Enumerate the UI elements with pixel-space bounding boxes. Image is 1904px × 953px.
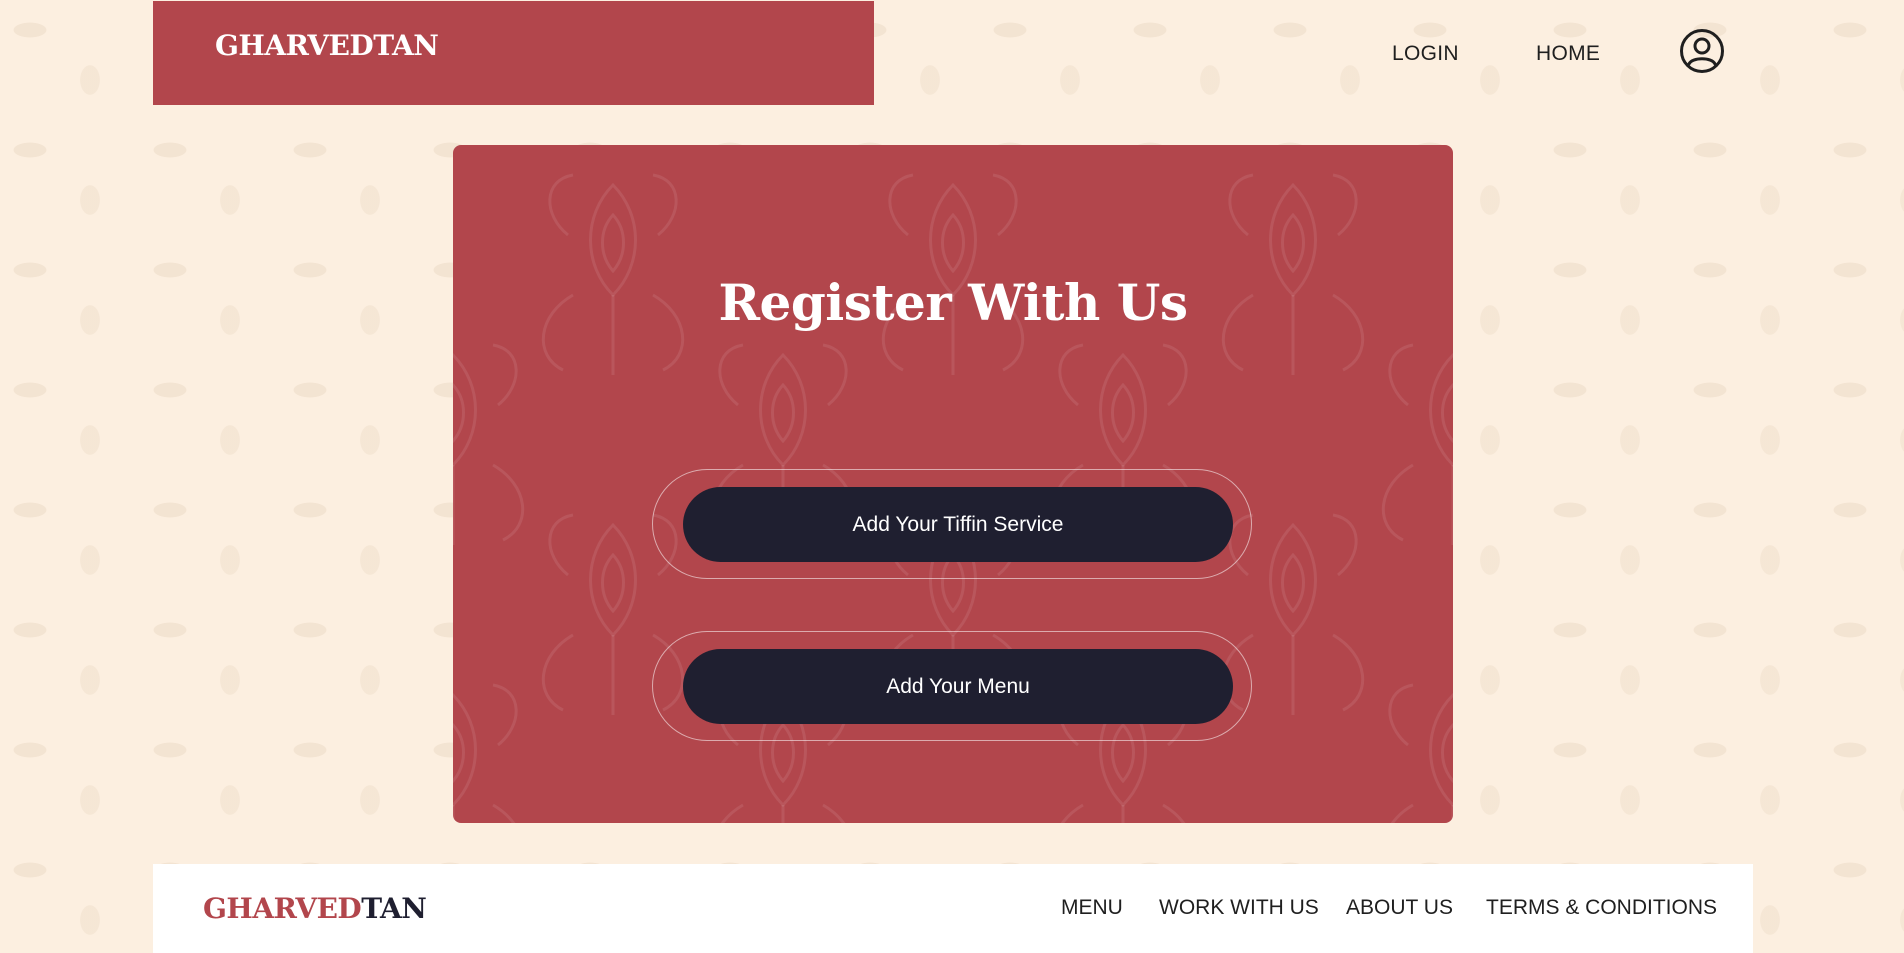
site-logo[interactable]: GHARVEDTAN [215, 29, 439, 62]
site-footer: GHARVEDTAN MENU WORK WITH US ABOUT US TE… [153, 864, 1753, 953]
nav-home-link[interactable]: HOME [1536, 42, 1600, 66]
add-tiffin-service-button[interactable]: Add Your Tiffin Service [683, 487, 1233, 562]
footer-terms-link[interactable]: TERMS & CONDITIONS [1486, 896, 1717, 920]
footer-logo-part-b: TAN [361, 892, 427, 925]
footer-logo[interactable]: GHARVEDTAN [203, 892, 427, 925]
brand-banner: GHARVEDTAN [153, 1, 874, 105]
menu-button-ring: Add Your Menu [652, 631, 1252, 741]
user-circle-icon[interactable] [1679, 28, 1725, 74]
footer-menu-link[interactable]: MENU [1061, 896, 1123, 920]
add-menu-button[interactable]: Add Your Menu [683, 649, 1233, 724]
footer-about-us-link[interactable]: ABOUT US [1346, 896, 1453, 920]
tiffin-button-ring: Add Your Tiffin Service [652, 469, 1252, 579]
register-title: Register With Us [718, 273, 1188, 332]
nav-login-link[interactable]: LOGIN [1392, 42, 1459, 66]
register-card: Register With Us Add Your Tiffin Service… [453, 145, 1453, 823]
footer-work-with-us-link[interactable]: WORK WITH US [1159, 896, 1319, 920]
footer-logo-part-a: GHARVED [203, 892, 362, 925]
